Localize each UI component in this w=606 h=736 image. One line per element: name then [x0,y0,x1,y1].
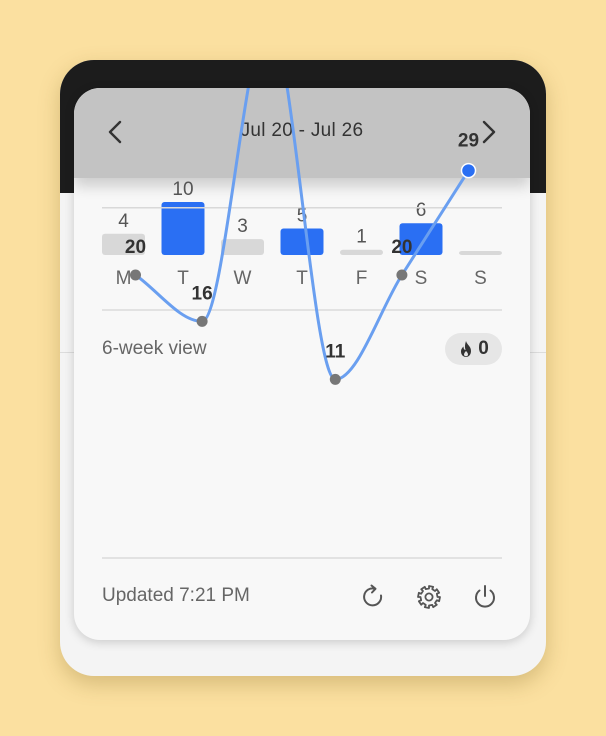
point-1 [196,315,208,327]
gear-icon[interactable] [414,582,444,612]
point-0 [130,269,141,281]
refresh-icon[interactable] [359,582,389,612]
point-label-3: 11 [325,341,346,362]
point-label-0: 20 [125,237,146,258]
trend-line [134,88,470,381]
power-icon[interactable] [470,582,500,612]
stats-popover: Jul 20 - Jul 26 4 M 10 T 3 W 5 T 1 F 6 S S 6-week vi… [74,88,530,640]
footer-divider [102,557,502,559]
gear-hub [424,592,434,602]
gear-outline [417,585,441,609]
point-label-5: 29 [458,131,479,152]
point-5 [460,162,477,179]
point-3 [329,373,341,385]
point-label-4: 20 [391,237,412,258]
six-week-line-chart: 201642112029 [102,88,502,385]
point-4 [396,269,408,281]
updated-timestamp: Updated 7:21 PM [102,585,250,606]
point-label-1: 16 [192,283,213,304]
